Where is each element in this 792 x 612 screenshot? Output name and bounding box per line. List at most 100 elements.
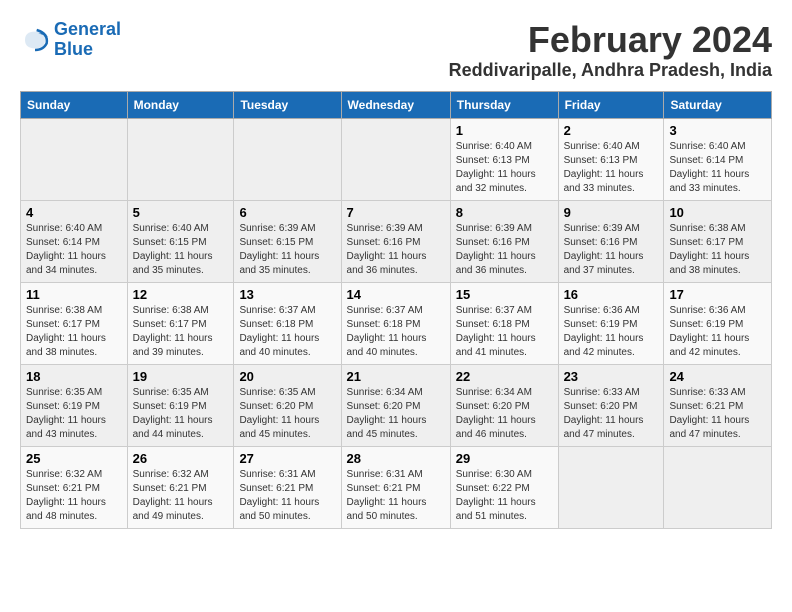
day-number: 17	[669, 287, 766, 302]
day-cell	[21, 118, 128, 200]
day-cell: 15 Sunrise: 6:37 AM Sunset: 6:18 PM Dayli…	[450, 282, 558, 364]
day-cell: 22 Sunrise: 6:34 AM Sunset: 6:20 PM Dayli…	[450, 364, 558, 446]
day-number: 13	[239, 287, 335, 302]
title-block: February 2024 Reddivaripalle, Andhra Pra…	[449, 20, 772, 81]
logo-text: General Blue	[54, 20, 121, 60]
day-number: 5	[133, 205, 229, 220]
day-cell: 21 Sunrise: 6:34 AM Sunset: 6:20 PM Dayli…	[341, 364, 450, 446]
day-cell: 26Sunrise: 6:32 AM Sunset: 6:21 PM Dayli…	[127, 446, 234, 528]
day-info: Sunrise: 6:38 AM Sunset: 6:17 PM Dayligh…	[133, 304, 229, 360]
day-cell: 6 Sunrise: 6:39 AM Sunset: 6:15 PM Daylig…	[234, 200, 341, 282]
day-cell: 18 Sunrise: 6:35 AM Sunset: 6:19 PM Dayli…	[21, 364, 128, 446]
day-info: Sunrise: 6:39 AM Sunset: 6:16 PM Dayligh…	[456, 222, 553, 278]
day-info: Sunrise: 6:40 AM Sunset: 6:13 PM Dayligh…	[456, 140, 553, 196]
day-cell: 13 Sunrise: 6:37 AM Sunset: 6:18 PM Dayli…	[234, 282, 341, 364]
day-info: Sunrise: 6:35 AM Sunset: 6:19 PM Dayligh…	[133, 386, 229, 442]
day-number: 29	[456, 451, 553, 466]
day-number: 6	[239, 205, 335, 220]
day-info: Sunrise: 6:34 AM Sunset: 6:20 PM Dayligh…	[456, 386, 553, 442]
day-number: 10	[669, 205, 766, 220]
day-cell: 3 Sunrise: 6:40 AM Sunset: 6:14 PM Daylig…	[664, 118, 772, 200]
day-info: Sunrise: 6:31 AM Sunset: 6:21 PM Dayligh…	[347, 468, 445, 524]
day-info: Sunrise: 6:40 AM Sunset: 6:13 PM Dayligh…	[564, 140, 659, 196]
day-number: 18	[26, 369, 122, 384]
week-row-2: 4Sunrise: 6:40 AM Sunset: 6:14 PM Daylig…	[21, 200, 772, 282]
day-number: 12	[133, 287, 229, 302]
day-cell: 7 Sunrise: 6:39 AM Sunset: 6:16 PM Daylig…	[341, 200, 450, 282]
day-number: 22	[456, 369, 553, 384]
logo-line1: General	[54, 19, 121, 39]
day-number: 15	[456, 287, 553, 302]
day-number: 2	[564, 123, 659, 138]
day-number: 25	[26, 451, 122, 466]
day-info: Sunrise: 6:40 AM Sunset: 6:14 PM Dayligh…	[26, 222, 122, 278]
day-info: Sunrise: 6:37 AM Sunset: 6:18 PM Dayligh…	[456, 304, 553, 360]
day-number: 19	[133, 369, 229, 384]
day-number: 1	[456, 123, 553, 138]
month-title: February 2024	[449, 20, 772, 60]
day-cell: 5 Sunrise: 6:40 AM Sunset: 6:15 PM Daylig…	[127, 200, 234, 282]
day-number: 7	[347, 205, 445, 220]
day-info: Sunrise: 6:39 AM Sunset: 6:16 PM Dayligh…	[347, 222, 445, 278]
week-row-3: 11 Sunrise: 6:38 AM Sunset: 6:17 PM Dayli…	[21, 282, 772, 364]
day-cell: 20 Sunrise: 6:35 AM Sunset: 6:20 PM Dayli…	[234, 364, 341, 446]
day-info: Sunrise: 6:32 AM Sunset: 6:21 PM Dayligh…	[26, 468, 122, 524]
day-cell: 23Sunrise: 6:33 AM Sunset: 6:20 PM Dayli…	[558, 364, 664, 446]
day-cell	[558, 446, 664, 528]
day-info: Sunrise: 6:38 AM Sunset: 6:17 PM Dayligh…	[26, 304, 122, 360]
day-info: Sunrise: 6:35 AM Sunset: 6:19 PM Dayligh…	[26, 386, 122, 442]
day-info: Sunrise: 6:30 AM Sunset: 6:22 PM Dayligh…	[456, 468, 553, 524]
logo: General Blue	[20, 20, 121, 60]
day-number: 23	[564, 369, 659, 384]
day-cell: 4Sunrise: 6:40 AM Sunset: 6:14 PM Daylig…	[21, 200, 128, 282]
day-cell: 27Sunrise: 6:31 AM Sunset: 6:21 PM Dayli…	[234, 446, 341, 528]
day-info: Sunrise: 6:36 AM Sunset: 6:19 PM Dayligh…	[669, 304, 766, 360]
day-cell: 2 Sunrise: 6:40 AM Sunset: 6:13 PM Daylig…	[558, 118, 664, 200]
day-cell: 16Sunrise: 6:36 AM Sunset: 6:19 PM Dayli…	[558, 282, 664, 364]
header-thursday: Thursday	[450, 91, 558, 118]
day-cell: 28 Sunrise: 6:31 AM Sunset: 6:21 PM Dayli…	[341, 446, 450, 528]
day-number: 8	[456, 205, 553, 220]
day-info: Sunrise: 6:35 AM Sunset: 6:20 PM Dayligh…	[239, 386, 335, 442]
day-info: Sunrise: 6:37 AM Sunset: 6:18 PM Dayligh…	[239, 304, 335, 360]
day-info: Sunrise: 6:39 AM Sunset: 6:15 PM Dayligh…	[239, 222, 335, 278]
header-row: SundayMondayTuesdayWednesdayThursdayFrid…	[21, 91, 772, 118]
header-sunday: Sunday	[21, 91, 128, 118]
header-wednesday: Wednesday	[341, 91, 450, 118]
day-cell	[234, 118, 341, 200]
week-row-1: 1 Sunrise: 6:40 AM Sunset: 6:13 PM Daylig…	[21, 118, 772, 200]
day-number: 21	[347, 369, 445, 384]
day-number: 28	[347, 451, 445, 466]
day-info: Sunrise: 6:40 AM Sunset: 6:14 PM Dayligh…	[669, 140, 766, 196]
day-cell	[664, 446, 772, 528]
day-cell: 11 Sunrise: 6:38 AM Sunset: 6:17 PM Dayli…	[21, 282, 128, 364]
day-cell: 17 Sunrise: 6:36 AM Sunset: 6:19 PM Dayli…	[664, 282, 772, 364]
logo-line2: Blue	[54, 39, 93, 59]
day-info: Sunrise: 6:36 AM Sunset: 6:19 PM Dayligh…	[564, 304, 659, 360]
day-info: Sunrise: 6:34 AM Sunset: 6:20 PM Dayligh…	[347, 386, 445, 442]
day-cell: 8 Sunrise: 6:39 AM Sunset: 6:16 PM Daylig…	[450, 200, 558, 282]
day-cell: 29 Sunrise: 6:30 AM Sunset: 6:22 PM Dayli…	[450, 446, 558, 528]
day-number: 24	[669, 369, 766, 384]
week-row-4: 18 Sunrise: 6:35 AM Sunset: 6:19 PM Dayli…	[21, 364, 772, 446]
location-title: Reddivaripalle, Andhra Pradesh, India	[449, 60, 772, 81]
day-cell: 10 Sunrise: 6:38 AM Sunset: 6:17 PM Dayli…	[664, 200, 772, 282]
day-cell: 14 Sunrise: 6:37 AM Sunset: 6:18 PM Dayli…	[341, 282, 450, 364]
day-number: 27	[239, 451, 335, 466]
day-info: Sunrise: 6:37 AM Sunset: 6:18 PM Dayligh…	[347, 304, 445, 360]
header-friday: Friday	[558, 91, 664, 118]
day-info: Sunrise: 6:38 AM Sunset: 6:17 PM Dayligh…	[669, 222, 766, 278]
page-header: General Blue February 2024 Reddivaripall…	[20, 20, 772, 81]
week-row-5: 25 Sunrise: 6:32 AM Sunset: 6:21 PM Dayli…	[21, 446, 772, 528]
day-number: 14	[347, 287, 445, 302]
day-info: Sunrise: 6:40 AM Sunset: 6:15 PM Dayligh…	[133, 222, 229, 278]
day-number: 20	[239, 369, 335, 384]
day-number: 11	[26, 287, 122, 302]
calendar-table: SundayMondayTuesdayWednesdayThursdayFrid…	[20, 91, 772, 529]
day-info: Sunrise: 6:33 AM Sunset: 6:21 PM Dayligh…	[669, 386, 766, 442]
header-tuesday: Tuesday	[234, 91, 341, 118]
day-cell	[127, 118, 234, 200]
day-number: 3	[669, 123, 766, 138]
header-monday: Monday	[127, 91, 234, 118]
day-cell	[341, 118, 450, 200]
